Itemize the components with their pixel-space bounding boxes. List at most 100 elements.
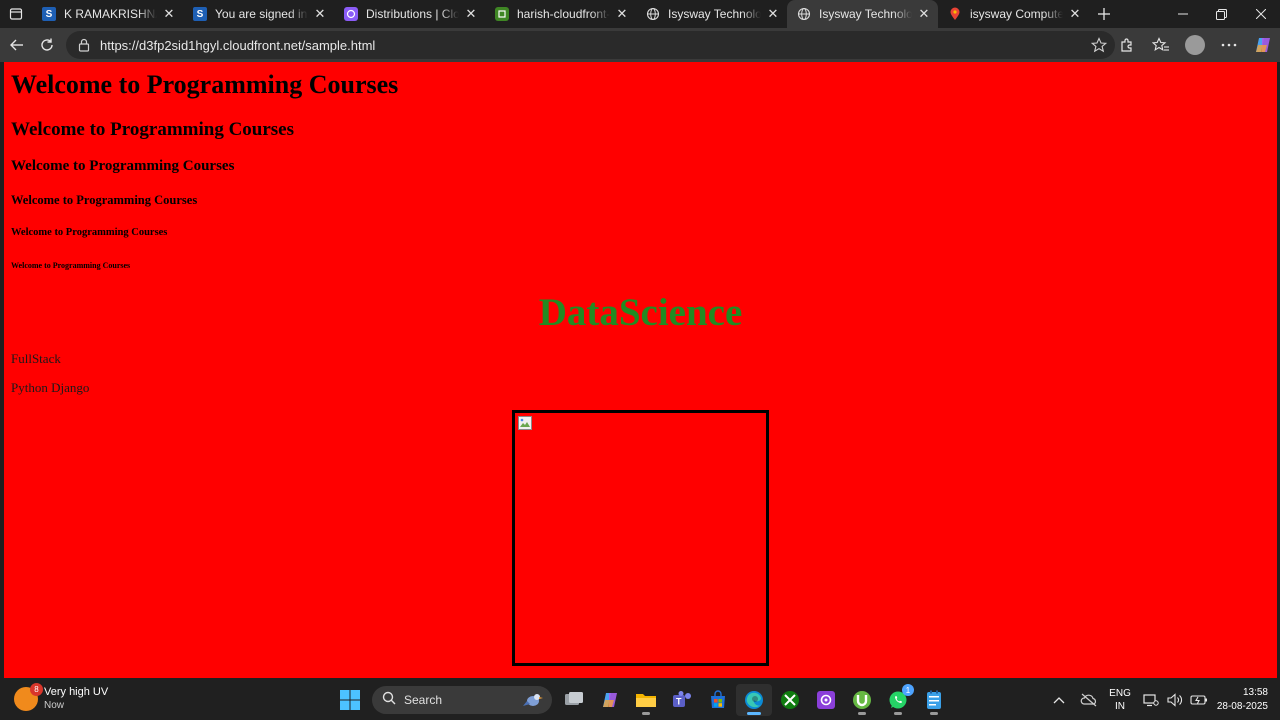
- weather-title: Very high UV: [44, 686, 109, 698]
- notepad-icon[interactable]: [916, 684, 952, 716]
- whatsapp-icon[interactable]: 1: [880, 684, 916, 716]
- more-menu-icon[interactable]: [1212, 30, 1246, 60]
- window-controls: [1163, 0, 1280, 28]
- clock[interactable]: 13:58 28-08-2025: [1217, 686, 1268, 714]
- tab-title: You are signed in as st: [215, 7, 308, 21]
- running-indicator: [858, 712, 866, 715]
- lang-bottom: IN: [1115, 701, 1125, 712]
- tab-5[interactable]: Isysway Technologies ✕: [636, 0, 787, 28]
- fullstack-text: FullStack: [11, 351, 61, 366]
- windows-start-icon[interactable]: [332, 684, 368, 716]
- running-indicator: [930, 712, 938, 715]
- utorrent-icon[interactable]: [844, 684, 880, 716]
- heading-1: Welcome to Programming Courses: [11, 70, 399, 99]
- close-icon[interactable]: ✕: [463, 6, 479, 22]
- close-icon[interactable]: ✕: [765, 6, 781, 22]
- tab-1[interactable]: S K RAMAKRISHNAN GR ✕: [32, 0, 183, 28]
- favorites-icon[interactable]: [1144, 30, 1178, 60]
- page-viewport: Welcome to Programming Courses Welcome t…: [4, 62, 1277, 678]
- weather-widget[interactable]: 8 Very high UV Now: [14, 683, 109, 712]
- address-bar[interactable]: https://d3fp2sid1hgyl.cloudfront.net/sam…: [66, 31, 1115, 59]
- edge-icon[interactable]: [736, 684, 772, 716]
- lang-top: ENG: [1109, 688, 1131, 699]
- windows-taskbar: 8 Very high UV Now Search T 1 ENG IN 13:…: [0, 680, 1280, 720]
- cloudfront-app-icon[interactable]: [808, 684, 844, 716]
- datascience-heading: DataScience: [538, 291, 743, 334]
- heading-6: Welcome to Programming Courses: [11, 261, 131, 270]
- search-icon: [382, 691, 396, 710]
- task-view-icon[interactable]: [556, 684, 592, 716]
- tab-7[interactable]: isysway Computer Edu ✕: [938, 0, 1089, 28]
- tab-title: harish-cloudfront-buck: [517, 7, 610, 21]
- s-icon: S: [193, 7, 207, 21]
- url-text[interactable]: https://d3fp2sid1hgyl.cloudfront.net/sam…: [100, 38, 375, 53]
- heading-4: Welcome to Programming Courses: [11, 193, 198, 207]
- bird-icon: [522, 690, 544, 715]
- copilot-icon[interactable]: [1246, 30, 1280, 60]
- copilot-taskbar-icon[interactable]: [592, 684, 628, 716]
- extensions-icon[interactable]: [1110, 30, 1144, 60]
- running-indicator: [642, 712, 650, 715]
- tab-title: Isysway Technologies: [819, 7, 912, 21]
- language-indicator[interactable]: ENG IN: [1109, 687, 1131, 713]
- minimize-button[interactable]: [1163, 0, 1202, 28]
- tab-title: Distributions | CloudFr: [366, 7, 459, 21]
- uv-badge: 8: [30, 683, 43, 696]
- tab-3[interactable]: Distributions | CloudFr ✕: [334, 0, 485, 28]
- back-arrow-icon[interactable]: [2, 30, 32, 60]
- tab-2[interactable]: S You are signed in as st ✕: [183, 0, 334, 28]
- running-indicator: [747, 712, 761, 715]
- teams-icon[interactable]: T: [664, 684, 700, 716]
- profile-avatar[interactable]: [1178, 30, 1212, 60]
- date: 28-08-2025: [1216, 701, 1268, 712]
- python-django-text: Python Django: [11, 380, 90, 395]
- store-icon[interactable]: [700, 684, 736, 716]
- browser-toolbar: https://d3fp2sid1hgyl.cloudfront.net/sam…: [0, 28, 1280, 62]
- weather-subtitle: Now: [44, 700, 65, 711]
- heading-3: Welcome to Programming Courses: [11, 158, 235, 174]
- globe-icon: [646, 7, 660, 21]
- close-icon[interactable]: ✕: [916, 6, 932, 22]
- close-icon[interactable]: ✕: [161, 6, 177, 22]
- close-icon[interactable]: ✕: [1067, 6, 1083, 22]
- close-window-button[interactable]: [1241, 0, 1280, 28]
- cloudfront-icon: [344, 7, 358, 21]
- volume-icon[interactable]: [1163, 693, 1187, 707]
- avatar: [1185, 35, 1205, 55]
- sun-icon: 8: [14, 683, 43, 711]
- tab-6-active[interactable]: Isysway Technologies ✕: [787, 0, 938, 28]
- close-icon[interactable]: ✕: [614, 6, 630, 22]
- running-indicator: [894, 712, 902, 715]
- image-frame: [512, 410, 769, 666]
- taskbar-search[interactable]: Search: [372, 686, 552, 714]
- xbox-icon[interactable]: [772, 684, 808, 716]
- refresh-icon[interactable]: [32, 30, 62, 60]
- time: 13:58: [1242, 687, 1268, 698]
- file-explorer-icon[interactable]: [628, 684, 664, 716]
- broken-image-icon: [518, 416, 532, 430]
- svg-text:T: T: [676, 697, 682, 707]
- lock-icon[interactable]: [76, 37, 92, 53]
- network-icon[interactable]: [1139, 693, 1163, 707]
- tab-strip: S K RAMAKRISHNAN GR ✕ S You are signed i…: [0, 0, 1280, 28]
- tab-title: K RAMAKRISHNAN GR: [64, 7, 157, 21]
- tab-title: isysway Computer Edu: [970, 7, 1063, 21]
- s-icon: S: [42, 7, 56, 21]
- maps-pin-icon: [948, 7, 962, 21]
- tab-actions-icon[interactable]: [0, 0, 32, 28]
- toolbar-right: [1110, 28, 1280, 62]
- close-icon[interactable]: ✕: [312, 6, 328, 22]
- tab-4[interactable]: harish-cloudfront-buck ✕: [485, 0, 636, 28]
- globe-icon: [797, 7, 811, 21]
- system-tray: ENG IN 13:58 28-08-2025: [1047, 680, 1268, 720]
- taskbar-apps: Search T 1: [332, 684, 952, 716]
- s3-icon: [495, 7, 509, 21]
- new-tab-button[interactable]: [1089, 0, 1119, 28]
- restore-button[interactable]: [1202, 0, 1241, 28]
- favorite-star-icon[interactable]: [1090, 37, 1108, 58]
- heading-2: Welcome to Programming Courses: [11, 119, 295, 140]
- battery-icon[interactable]: [1187, 694, 1211, 706]
- tab-title: Isysway Technologies: [668, 7, 761, 21]
- chevron-up-icon[interactable]: [1047, 696, 1071, 704]
- onedrive-icon[interactable]: [1077, 693, 1101, 707]
